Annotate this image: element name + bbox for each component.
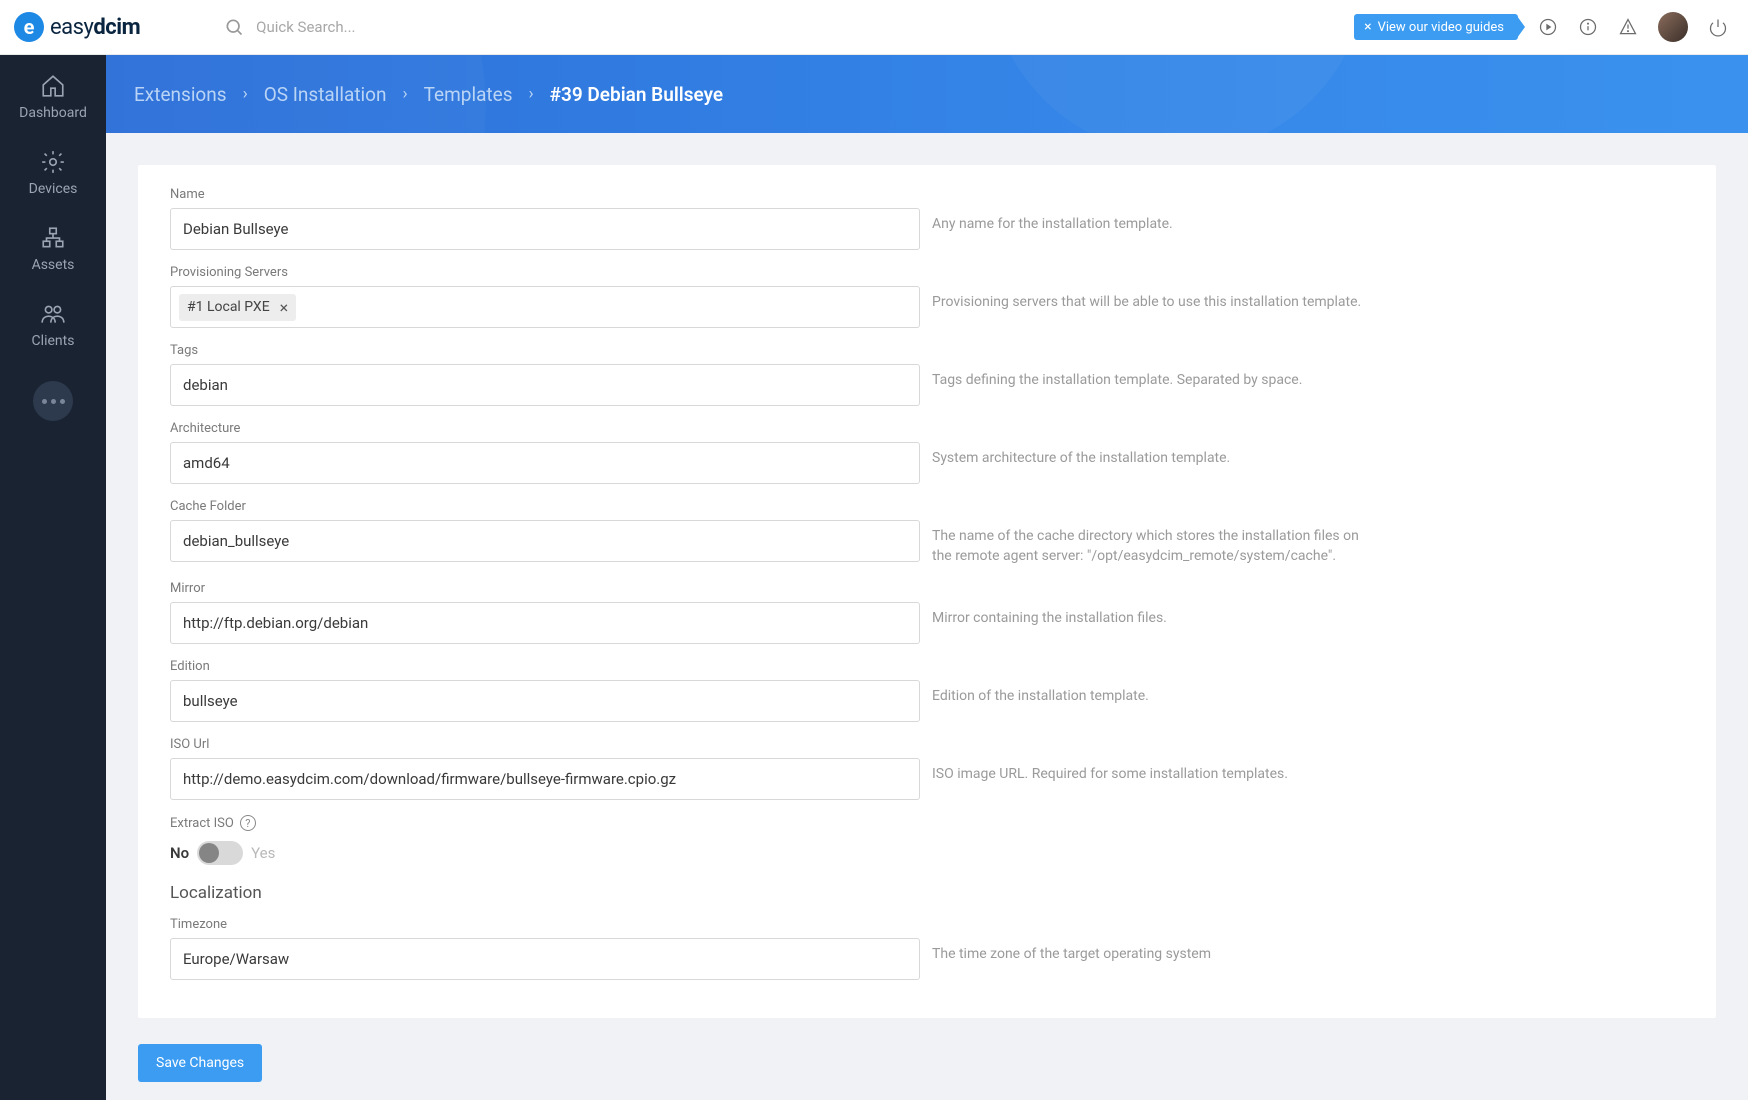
logo[interactable]: e easydcim	[14, 12, 140, 42]
logo-text: easydcim	[50, 15, 140, 40]
label-name: Name	[170, 187, 920, 202]
chip-remove-icon[interactable]: ×	[280, 298, 289, 317]
sidebar-item-devices[interactable]: Devices	[29, 149, 78, 197]
assets-icon	[40, 225, 66, 251]
sidebar-item-label: Assets	[32, 257, 75, 273]
row-timezone: Timezone The time zone of the target ope…	[170, 917, 1684, 980]
help-iso: ISO image URL. Required for some install…	[932, 737, 1362, 785]
iso-input[interactable]	[170, 758, 920, 800]
form-card: Name Any name for the installation templ…	[138, 165, 1716, 1018]
label-timezone: Timezone	[170, 917, 920, 932]
gear-icon	[40, 149, 66, 175]
toggle-no-label: No	[170, 844, 189, 862]
edition-input[interactable]	[170, 680, 920, 722]
chevron-right-icon: ›	[243, 84, 248, 104]
users-icon	[40, 301, 66, 327]
timezone-input[interactable]	[170, 938, 920, 980]
help-provisioning: Provisioning servers that will be able t…	[932, 265, 1362, 313]
more-icon	[42, 399, 65, 404]
tags-input[interactable]	[170, 364, 920, 406]
help-icon[interactable]: ?	[240, 815, 256, 831]
sidebar-item-clients[interactable]: Clients	[32, 301, 75, 349]
crumb-os-installation[interactable]: OS Installation	[264, 83, 387, 106]
row-arch: Architecture System architecture of the …	[170, 421, 1684, 484]
row-edition: Edition Edition of the installation temp…	[170, 659, 1684, 722]
close-guides-icon[interactable]: ×	[1364, 19, 1371, 35]
power-icon	[1708, 17, 1728, 37]
help-cache: The name of the cache directory which st…	[932, 499, 1362, 566]
breadcrumb-banner: Extensions › OS Installation › Templates…	[106, 55, 1748, 133]
chevron-right-icon: ›	[403, 84, 408, 104]
name-input[interactable]	[170, 208, 920, 250]
info-button[interactable]	[1578, 17, 1598, 37]
video-guides-label: View our video guides	[1378, 20, 1504, 35]
localization-title: Localization	[170, 883, 1684, 903]
play-icon	[1538, 17, 1558, 37]
provisioning-chip: #1 Local PXE ×	[179, 294, 296, 321]
avatar[interactable]	[1658, 12, 1688, 42]
row-extract: Extract ISO ? No Yes	[170, 815, 1684, 865]
header: e easydcim × View our video guides	[0, 0, 1748, 55]
save-button[interactable]: Save Changes	[138, 1044, 262, 1082]
scroll-area[interactable]: Name Any name for the installation templ…	[106, 133, 1748, 1026]
home-icon	[40, 73, 66, 99]
sidebar-item-label: Clients	[32, 333, 75, 349]
toggle-yes-label: Yes	[251, 844, 275, 862]
extract-toggle[interactable]	[197, 841, 243, 865]
arch-input[interactable]	[170, 442, 920, 484]
provisioning-input[interactable]: #1 Local PXE ×	[170, 286, 920, 328]
label-mirror: Mirror	[170, 581, 920, 596]
alert-button[interactable]	[1618, 17, 1638, 37]
search-wrap	[224, 17, 556, 37]
label-cache: Cache Folder	[170, 499, 920, 514]
power-button[interactable]	[1708, 17, 1728, 37]
sidebar-item-assets[interactable]: Assets	[32, 225, 75, 273]
row-name: Name Any name for the installation templ…	[170, 187, 1684, 250]
info-icon	[1578, 17, 1598, 37]
label-provisioning: Provisioning Servers	[170, 265, 920, 280]
row-tags: Tags Tags defining the installation temp…	[170, 343, 1684, 406]
help-arch: System architecture of the installation …	[932, 421, 1362, 469]
row-mirror: Mirror Mirror containing the installatio…	[170, 581, 1684, 644]
crumb-templates[interactable]: Templates	[424, 83, 513, 106]
help-tags: Tags defining the installation template.…	[932, 343, 1362, 391]
logo-icon: e	[14, 12, 44, 42]
help-name: Any name for the installation template.	[932, 187, 1362, 235]
row-cache: Cache Folder The name of the cache direc…	[170, 499, 1684, 566]
sidebar-item-dashboard[interactable]: Dashboard	[19, 73, 87, 121]
video-guides-button[interactable]: × View our video guides	[1354, 14, 1518, 40]
crumb-extensions[interactable]: Extensions	[134, 83, 227, 106]
search-input[interactable]	[256, 18, 556, 36]
search-icon	[224, 17, 244, 37]
label-tags: Tags	[170, 343, 920, 358]
label-extract: Extract ISO	[170, 816, 234, 831]
label-iso: ISO Url	[170, 737, 920, 752]
content: Name Any name for the installation templ…	[106, 133, 1748, 1100]
sidebar: Dashboard Devices Assets Clients	[0, 55, 106, 1100]
label-edition: Edition	[170, 659, 920, 674]
chevron-right-icon: ›	[529, 84, 534, 104]
footer: Save Changes	[106, 1026, 1748, 1100]
help-mirror: Mirror containing the installation files…	[932, 581, 1362, 629]
toggle-knob	[199, 843, 219, 863]
help-edition: Edition of the installation template.	[932, 659, 1362, 707]
header-right: × View our video guides	[1354, 12, 1728, 42]
crumb-current: #39 Debian Bullseye	[550, 83, 724, 106]
help-timezone: The time zone of the target operating sy…	[932, 917, 1362, 965]
row-provisioning: Provisioning Servers #1 Local PXE × Prov…	[170, 265, 1684, 328]
cache-input[interactable]	[170, 520, 920, 562]
play-button[interactable]	[1538, 17, 1558, 37]
sidebar-more-button[interactable]	[33, 381, 73, 421]
sidebar-item-label: Devices	[29, 181, 78, 197]
alert-icon	[1618, 17, 1638, 37]
label-arch: Architecture	[170, 421, 920, 436]
sidebar-item-label: Dashboard	[19, 105, 87, 121]
breadcrumb: Extensions › OS Installation › Templates…	[134, 83, 723, 106]
chip-label: #1 Local PXE	[187, 299, 270, 315]
row-iso: ISO Url ISO image URL. Required for some…	[170, 737, 1684, 800]
mirror-input[interactable]	[170, 602, 920, 644]
